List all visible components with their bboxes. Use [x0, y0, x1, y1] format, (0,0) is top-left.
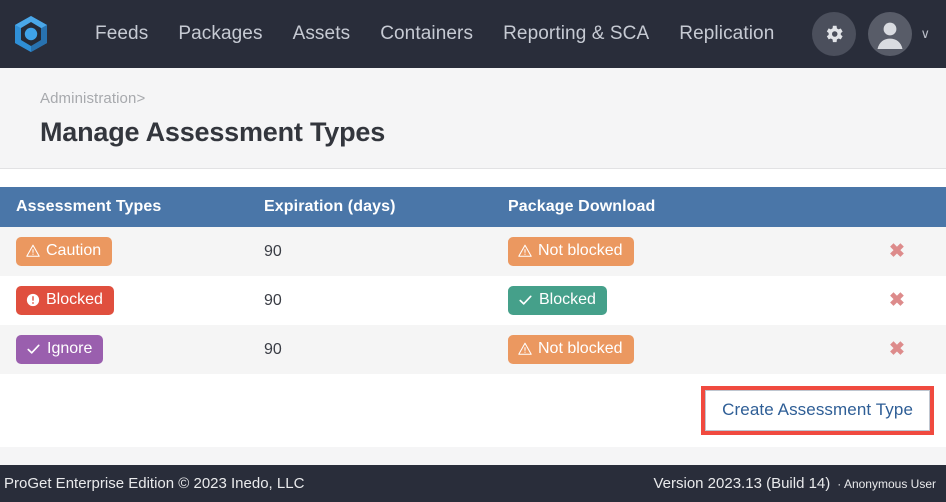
settings-button[interactable]	[812, 12, 857, 56]
cell-assessment-type: Ignore	[0, 325, 264, 374]
column-header-expiration: Expiration (days)	[264, 187, 508, 227]
cell-package-download: Not blocked	[508, 325, 848, 374]
table-actions: Create Assessment Type	[0, 374, 946, 436]
nav-item-reporting-sca[interactable]: Reporting & SCA	[488, 17, 664, 51]
cell-assessment-type: Caution	[0, 227, 264, 276]
footer-copyright: ProGet Enterprise Edition © 2023 Inedo, …	[4, 475, 305, 492]
table-header-row: Assessment Types Expiration (days) Packa…	[0, 187, 946, 227]
warning-triangle-icon	[518, 244, 532, 257]
cell-delete: ✖	[848, 227, 946, 276]
table-row: Caution 90 Not blocked ✖	[0, 227, 946, 276]
package-download-badge-not-blocked[interactable]: Not blocked	[508, 335, 634, 364]
footer-user: · Anonymous User	[837, 477, 936, 491]
badge-label: Not blocked	[538, 340, 623, 357]
user-avatar-icon	[877, 22, 903, 49]
proget-cube-logo-icon	[15, 16, 47, 52]
primary-nav-links: Feeds Packages Assets Containers Reporti…	[80, 17, 789, 51]
warning-triangle-icon	[26, 244, 40, 257]
nav-item-feeds[interactable]: Feeds	[80, 17, 163, 51]
cell-delete: ✖	[848, 325, 946, 374]
cell-delete: ✖	[848, 276, 946, 325]
gear-icon	[827, 25, 844, 43]
user-avatar[interactable]	[868, 12, 913, 56]
exclamation-circle-icon	[26, 293, 40, 307]
badge-label: Not blocked	[538, 242, 623, 259]
app-logo[interactable]	[8, 11, 54, 57]
table-header: Assessment Types Expiration (days) Packa…	[0, 187, 946, 227]
cell-expiration: 90	[264, 340, 282, 358]
assessment-type-badge-caution[interactable]: Caution	[16, 237, 113, 266]
page-header: Administration> Manage Assessment Types	[0, 68, 946, 169]
nav-item-packages[interactable]: Packages	[163, 17, 277, 51]
footer-version: Version 2023.13 (Build 14)	[653, 475, 831, 492]
delete-row-button[interactable]: ✖	[889, 242, 905, 261]
user-menu-chevron-down-icon[interactable]: ∨	[920, 26, 930, 42]
cell-expiration: 90	[264, 242, 282, 260]
table-row: Blocked 90 Blocked ✖	[0, 276, 946, 325]
nav-right-actions: ∨	[812, 12, 930, 56]
nav-item-containers[interactable]: Containers	[365, 17, 488, 51]
delete-row-button[interactable]: ✖	[889, 340, 905, 359]
delete-row-button[interactable]: ✖	[889, 291, 905, 310]
column-header-actions	[848, 187, 946, 227]
assessment-types-table: Assessment Types Expiration (days) Packa…	[0, 187, 946, 374]
breadcrumb: Administration>	[40, 90, 946, 107]
check-icon	[519, 295, 532, 305]
breadcrumb-separator: >	[136, 90, 146, 107]
package-download-badge-blocked[interactable]: Blocked	[508, 286, 607, 315]
badge-label: Ignore	[47, 340, 93, 357]
badge-label: Blocked	[539, 291, 596, 308]
badge-label: Blocked	[46, 291, 103, 308]
check-icon	[27, 344, 40, 354]
create-assessment-type-button[interactable]: Create Assessment Type	[705, 390, 930, 431]
assessment-type-badge-ignore[interactable]: Ignore	[16, 335, 104, 364]
table-row: Ignore 90 Not blocked ✖	[0, 325, 946, 374]
cell-package-download: Not blocked	[508, 227, 848, 276]
main-content: Assessment Types Expiration (days) Packa…	[0, 169, 946, 447]
table-body: Caution 90 Not blocked ✖ Blocked 90 Bloc…	[0, 227, 946, 374]
create-button-highlight: Create Assessment Type	[701, 386, 934, 435]
breadcrumb-item-administration[interactable]: Administration	[40, 90, 136, 107]
cell-package-download: Blocked	[508, 276, 848, 325]
package-download-badge-not-blocked[interactable]: Not blocked	[508, 237, 634, 266]
page-footer: ProGet Enterprise Edition © 2023 Inedo, …	[0, 465, 946, 502]
page-title: Manage Assessment Types	[40, 117, 386, 147]
badge-label: Caution	[46, 242, 102, 259]
assessment-type-badge-blocked[interactable]: Blocked	[16, 286, 114, 315]
warning-triangle-icon	[518, 342, 532, 355]
nav-item-replication[interactable]: Replication	[664, 17, 789, 51]
footer-right: Version 2023.13 (Build 14) · Anonymous U…	[653, 475, 936, 492]
top-navigation-bar: Feeds Packages Assets Containers Reporti…	[0, 0, 946, 68]
column-header-assessment-types: Assessment Types	[0, 187, 264, 227]
cell-assessment-type: Blocked	[0, 276, 264, 325]
cell-expiration: 90	[264, 291, 282, 309]
column-header-package-download: Package Download	[508, 187, 848, 227]
nav-item-assets[interactable]: Assets	[278, 17, 366, 51]
